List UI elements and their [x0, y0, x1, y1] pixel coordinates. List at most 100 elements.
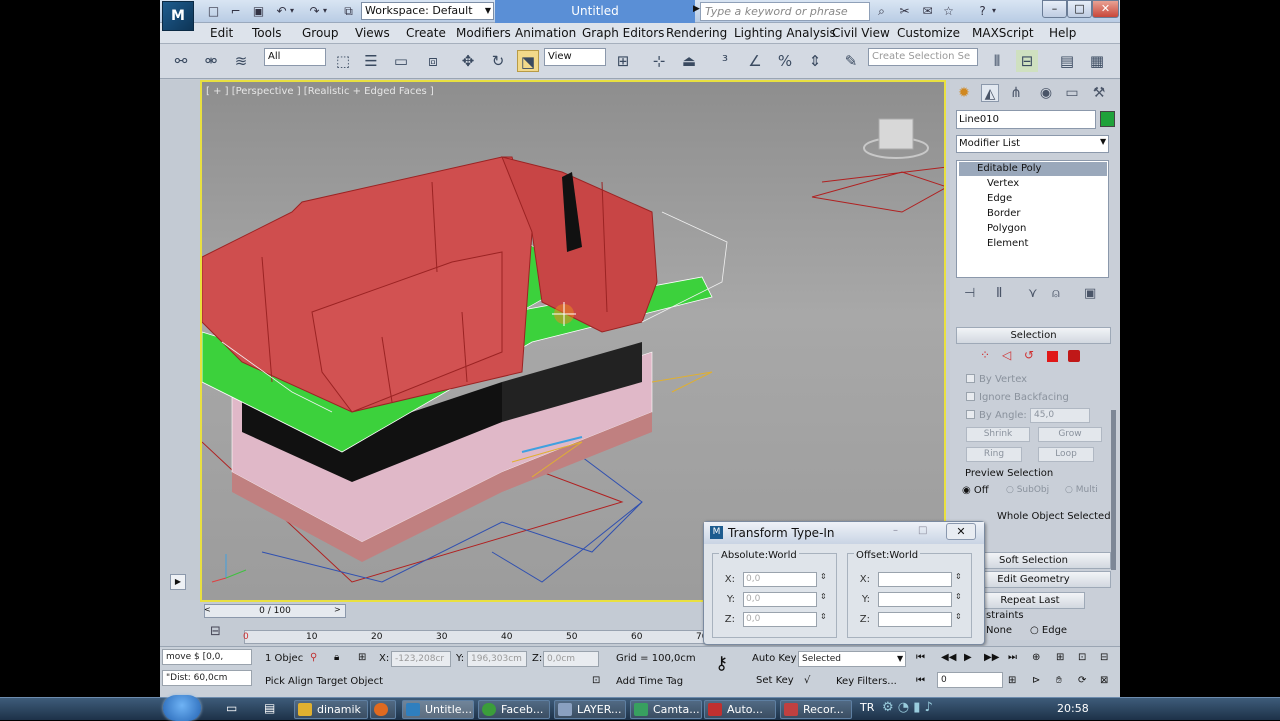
bind-space-warp-icon[interactable]: ≋	[230, 50, 252, 72]
save-file-icon[interactable]: ▣	[250, 3, 267, 19]
ignore-backfacing-checkbox[interactable]: Ignore Backfacing	[966, 392, 1069, 403]
configure-sets-icon[interactable]: ▣	[1084, 286, 1096, 301]
graphite-modeling-icon[interactable]: ▦	[1086, 50, 1108, 72]
edge-mode-icon[interactable]: ◁	[1002, 348, 1011, 362]
explorer-icon[interactable]: ▤	[264, 701, 275, 715]
off-y-spinner-icon[interactable]: ⇕	[955, 592, 962, 601]
reference-coordinate-select[interactable]: View	[544, 48, 606, 66]
minimize-button[interactable]: –	[1042, 0, 1067, 18]
menu-edit[interactable]: Edit	[210, 25, 233, 41]
language-indicator[interactable]: TR	[860, 701, 874, 714]
motion-tab-icon[interactable]: ◉	[1037, 84, 1055, 102]
off-x-field[interactable]: X: ⇕	[856, 572, 962, 587]
menu-modifiers[interactable]: Modifiers	[456, 25, 511, 41]
modify-tab-icon[interactable]: ◭	[981, 84, 999, 102]
selection-filter-select[interactable]: All	[264, 48, 326, 66]
current-frame-input[interactable]: 0	[937, 672, 1003, 688]
binoculars-icon[interactable]: ⌕	[873, 3, 890, 19]
workspace-select[interactable]: Workspace: Default	[361, 2, 494, 20]
abs-x-field[interactable]: X: 0,0 ⇕	[721, 572, 827, 587]
make-unique-icon[interactable]: ⋎	[1028, 286, 1038, 301]
time-config-icon[interactable]: ⊞	[1008, 674, 1016, 688]
time-next-icon[interactable]: >	[334, 605, 341, 614]
named-selection-input[interactable]: Create Selection Se	[868, 48, 978, 66]
hold-icon[interactable]: ⧉	[340, 3, 357, 19]
search-input[interactable]: Type a keyword or phrase	[700, 2, 870, 21]
show-desktop-icon[interactable]: ▭	[226, 701, 237, 715]
display-tab-icon[interactable]: ▭	[1063, 84, 1081, 102]
next-frame-icon[interactable]: ▶▶	[984, 651, 999, 665]
menu-graph-editors[interactable]: Graph Editors	[582, 25, 664, 41]
zoom-icon[interactable]: ⊕	[1032, 651, 1040, 665]
stack-item-border[interactable]: Border	[987, 207, 1021, 221]
pivot-center-icon[interactable]: ⊞	[612, 50, 634, 72]
edit-named-selection-icon[interactable]: ✎	[840, 50, 862, 72]
time-slider[interactable]: 0 / 100	[204, 604, 346, 618]
abs-z-spinner-icon[interactable]: ⇕	[820, 612, 827, 621]
dialog-close-button[interactable]: ✕	[946, 523, 976, 540]
auto-key-button[interactable]: Auto Key	[752, 652, 797, 666]
zoom-all-icon[interactable]: ⊞	[1056, 651, 1064, 665]
link-icon[interactable]: ⚯	[170, 50, 192, 72]
loop-button[interactable]: Loop	[1038, 447, 1094, 462]
off-y-field[interactable]: Y: ⇕	[856, 592, 962, 607]
align-icon[interactable]: ⊟	[1016, 50, 1038, 72]
time-tag-icon[interactable]: ⊡	[592, 674, 600, 688]
constraint-edge-radio[interactable]: ○ Edge	[1030, 625, 1067, 636]
field-of-view-icon[interactable]: ⊳	[1032, 674, 1040, 688]
menu-rendering[interactable]: Rendering	[666, 25, 727, 41]
menu-views[interactable]: Views	[355, 25, 390, 41]
spinner-snap-icon[interactable]: ⇕	[804, 50, 826, 72]
maximize-viewport-icon[interactable]: ⊠	[1100, 674, 1108, 688]
x-coord-input[interactable]: -123,208cr	[391, 651, 451, 667]
favorites-icon[interactable]: ☆	[940, 3, 957, 19]
zoom-extents-all-icon[interactable]: ⊟	[1100, 651, 1108, 665]
isolate-icon[interactable]: ⚲	[310, 651, 317, 665]
menu-group[interactable]: Group	[302, 25, 339, 41]
off-z-spinner-icon[interactable]: ⇕	[955, 612, 962, 621]
set-key-icon[interactable]: ⚷	[715, 655, 728, 673]
select-object-icon[interactable]: ⬚	[332, 50, 354, 72]
layer-manager-icon[interactable]: ▤	[1056, 50, 1078, 72]
stack-item-element[interactable]: Element	[987, 237, 1028, 251]
vertex-mode-icon[interactable]: ⁘	[980, 348, 990, 362]
open-file-icon[interactable]: ⌐	[227, 3, 244, 19]
abs-z-input[interactable]: 0,0	[743, 612, 817, 627]
mini-curve-icon[interactable]: ⊟	[210, 624, 221, 639]
menu-animation[interactable]: Animation	[515, 25, 576, 41]
stack-item-vertex[interactable]: Vertex	[987, 177, 1019, 191]
by-angle-checkbox[interactable]: By Angle:	[966, 410, 1027, 421]
abs-x-input[interactable]: 0,0	[743, 572, 817, 587]
help-dropdown-icon[interactable]: ▾	[990, 3, 998, 19]
dialog-minimize-icon[interactable]: –	[893, 525, 898, 536]
menu-maxscript[interactable]: MAXScript	[972, 25, 1034, 41]
stack-item-edge[interactable]: Edge	[987, 192, 1012, 206]
clock[interactable]: 20:58	[1057, 702, 1089, 715]
key-mode-dropdown-icon[interactable]: ▼	[897, 652, 903, 666]
off-x-spinner-icon[interactable]: ⇕	[955, 572, 962, 581]
time-prev-icon[interactable]: <	[204, 605, 211, 614]
go-to-start-icon[interactable]: ⏮	[916, 651, 925, 665]
key-tangent-icon[interactable]: √	[804, 674, 810, 688]
abs-y-field[interactable]: Y: 0,0 ⇕	[721, 592, 827, 607]
task-firefox[interactable]	[370, 700, 396, 719]
off-z-input[interactable]	[878, 612, 952, 627]
object-name-input[interactable]: Line010	[956, 110, 1096, 129]
pin-stack-icon[interactable]: ⊣	[964, 286, 975, 301]
key-mode-select[interactable]: Selected	[798, 651, 906, 667]
play-icon[interactable]: ▶	[964, 651, 972, 665]
selection-rollout-header[interactable]: Selection	[956, 327, 1111, 344]
key-mode-toggle-icon[interactable]: ⏮	[916, 674, 925, 688]
z-coord-input[interactable]: 0,0cm	[543, 651, 599, 667]
modifier-list-select[interactable]: Modifier List	[956, 135, 1109, 153]
abs-y-spinner-icon[interactable]: ⇕	[820, 592, 827, 601]
ring-button[interactable]: Ring	[966, 447, 1022, 462]
selection-lock-icon[interactable]: 🔒︎	[334, 651, 339, 665]
set-key-button[interactable]: Set Key	[756, 674, 794, 688]
mirror-icon[interactable]: ⫴	[986, 50, 1008, 72]
tray-icons[interactable]: ⚙ ◔ ▮ ♪	[882, 700, 933, 715]
absolute-mode-icon[interactable]: ⊞	[358, 651, 366, 665]
rotate-icon[interactable]: ↻	[487, 50, 509, 72]
task-3dsmax[interactable]: Untitle...	[402, 700, 474, 719]
create-tab-icon[interactable]: ✹	[955, 84, 973, 102]
